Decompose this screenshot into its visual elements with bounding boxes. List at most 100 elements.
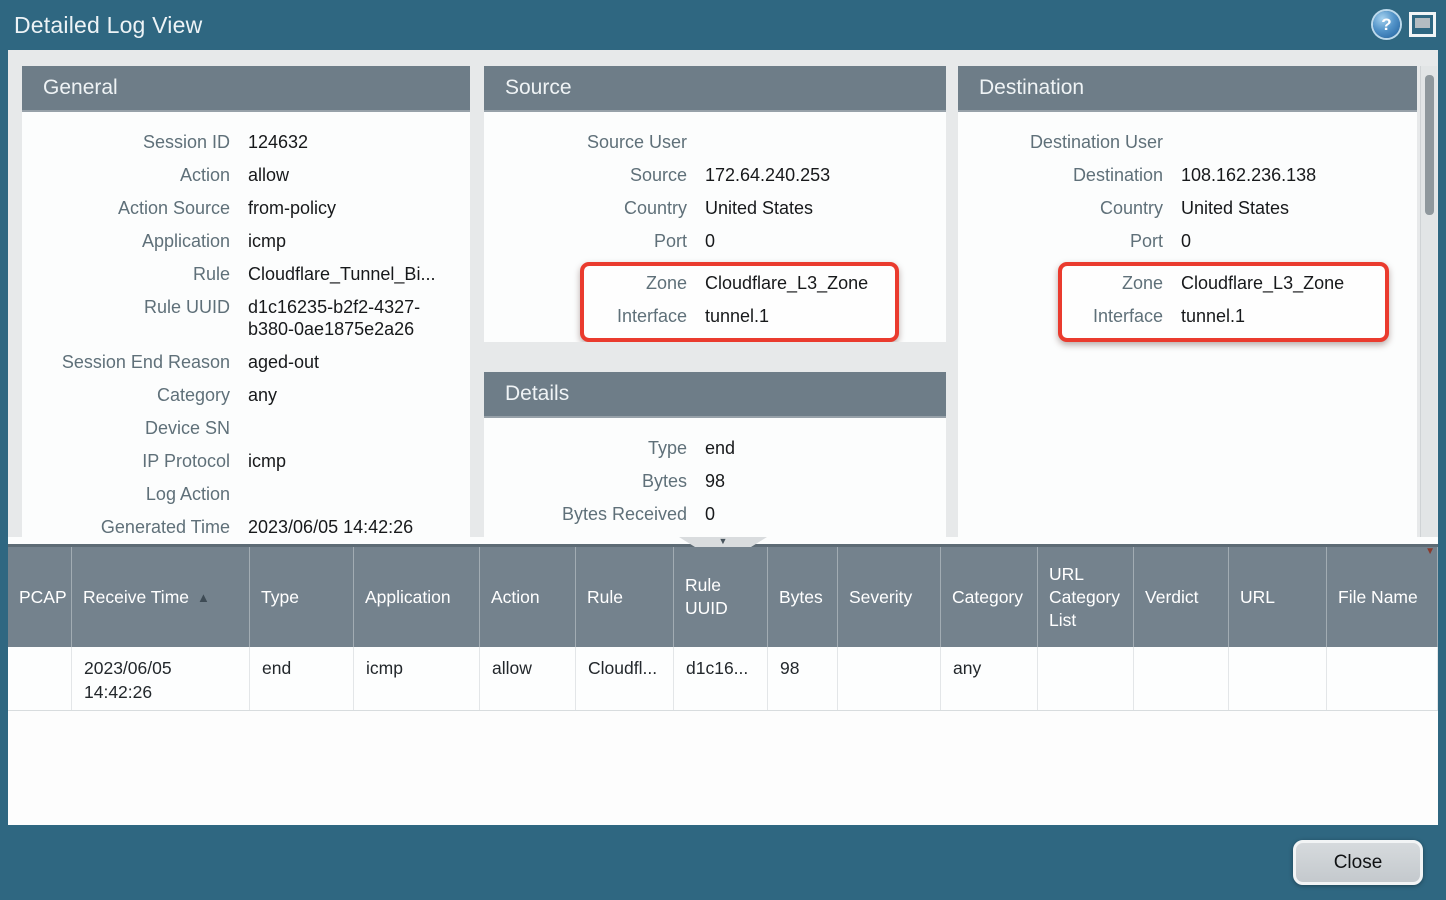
detail-row-label: Source — [484, 164, 687, 186]
log-table-cell: 2023/06/05 14:42:26 — [72, 647, 250, 710]
detail-row-value: 0 — [705, 230, 729, 252]
log-table-header: PCAPReceive Time▲ Type Application Action Ru… — [8, 547, 1438, 647]
detail-row: Port0 — [958, 227, 1417, 260]
column-header-label: Category — [952, 586, 1023, 609]
general-panel-title: General — [22, 66, 470, 112]
destination-panel: Destination Destination User Destination1… — [958, 66, 1417, 537]
column-header-severity[interactable]: Severity — [838, 547, 941, 647]
detail-row-value: United States — [1181, 197, 1303, 219]
highlight-annotation-box: ZoneCloudflare_L3_ZoneInterfacetunnel.1 — [580, 262, 899, 342]
column-header-url-category-list[interactable]: URL Category List — [1038, 547, 1134, 647]
dialog-title: Detailed Log View — [14, 12, 202, 39]
detail-row-value: United States — [705, 197, 827, 219]
log-table-cell — [8, 647, 72, 710]
maximize-window-icon-inner — [1415, 18, 1430, 28]
column-header-verdict[interactable]: Verdict — [1134, 547, 1229, 647]
pane-splitter: ▼ — [8, 537, 1438, 547]
column-header-action[interactable]: Action — [480, 547, 576, 647]
log-table-cell — [1327, 647, 1438, 710]
detail-row: Country United States — [958, 194, 1417, 227]
column-header-type[interactable]: Type — [250, 547, 354, 647]
titlebar-icons: ? — [1373, 11, 1436, 38]
detail-row-label: Session ID — [22, 131, 230, 153]
log-table-cell — [1134, 647, 1229, 710]
detail-row-value: aged-out — [248, 351, 333, 373]
detail-row-value: Cloudflare_L3_Zone — [705, 272, 882, 294]
detail-row: Bytes Received0 — [484, 500, 946, 533]
column-header-label: Rule — [587, 586, 623, 609]
column-header-receive-time[interactable]: Receive Time▲ — [72, 547, 250, 647]
log-table-cell: Cloudfl... — [576, 647, 674, 710]
details-panel-title: Details — [484, 372, 946, 418]
detail-row: RuleCloudflare_Tunnel_Bi... — [22, 260, 470, 293]
source-panel: Source Source UserSource172.64.240.253Co… — [484, 66, 946, 342]
detail-row-label: Generated Time — [22, 516, 230, 537]
detail-row: Category any — [22, 381, 470, 414]
detail-row-label: Session End Reason — [22, 351, 230, 373]
detail-row-label: Destination User — [958, 131, 1163, 153]
detail-row-label: IP Protocol — [22, 450, 230, 472]
column-header-label: File Name — [1338, 586, 1418, 609]
detail-row-value: 2023/06/05 14:42:26 — [248, 516, 427, 537]
log-table-cell — [1229, 647, 1327, 710]
log-table-cell: end — [250, 647, 354, 710]
column-header-label: Type — [261, 586, 299, 609]
highlight-annotation-box: ZoneCloudflare_L3_ZoneInterfacetunnel.1 — [1058, 262, 1389, 342]
detail-row-value: any — [248, 384, 291, 406]
log-table-cell — [838, 647, 941, 710]
detail-row: Generated Time 2023/06/05 14:42:26 — [22, 513, 470, 537]
detail-row-label: Type — [484, 437, 687, 459]
log-table-cell — [1038, 647, 1134, 710]
maximize-window-icon[interactable] — [1409, 12, 1436, 37]
column-header-pcap[interactable]: PCAP — [8, 547, 72, 647]
log-detail-content: General Session ID 124632 ActionallowActio… — [8, 50, 1438, 537]
detail-row: Rule UUID d1c16235-b2f2-4327-b380-0ae1875… — [22, 293, 470, 348]
detail-row-value: 124632 — [248, 131, 322, 153]
general-panel-rows: Session ID 124632 ActionallowAction Source… — [22, 112, 470, 537]
detail-row-label: Bytes Received — [484, 503, 687, 525]
detail-row: Session ID 124632 — [22, 128, 470, 161]
detail-row: Typeend — [484, 434, 946, 467]
column-header-category[interactable]: Category — [941, 547, 1038, 647]
sort-ascending-icon: ▲ — [197, 586, 210, 609]
detail-row-value: tunnel.1 — [1181, 305, 1259, 327]
detail-row-label: Interface — [584, 305, 687, 327]
detail-row: Session End Reason aged-out — [22, 348, 470, 381]
scrollbar-thumb[interactable] — [1425, 75, 1434, 215]
vertical-scrollbar[interactable] — [1420, 66, 1437, 537]
column-header-label: Application — [365, 586, 451, 609]
detail-row-label: Country — [958, 197, 1163, 219]
column-header-application[interactable]: Application — [354, 547, 480, 647]
column-header-bytes[interactable]: Bytes — [768, 547, 838, 647]
detail-row-value: from-policy — [248, 197, 350, 219]
log-table-body: 2023/06/05 14:42:26endicmpallowCloudfl..… — [8, 647, 1438, 711]
column-header-label: Rule UUID — [685, 574, 759, 620]
detail-row-value: d1c16235-b2f2-4327-b380-0ae1875e2a26 — [248, 296, 470, 340]
help-icon[interactable]: ? — [1373, 11, 1400, 38]
detail-row: Port0 — [484, 227, 946, 260]
detail-row-label: Rule UUID — [22, 296, 230, 318]
column-header-label: URL — [1240, 586, 1275, 609]
close-button[interactable]: Close — [1293, 840, 1423, 885]
detail-row-label: Zone — [1062, 272, 1163, 294]
detail-row-label: Category — [22, 384, 230, 406]
column-header-file-name[interactable]: File Name — [1327, 547, 1438, 647]
column-header-url[interactable]: URL — [1229, 547, 1327, 647]
dialog-titlebar: Detailed Log View ? — [0, 0, 1446, 50]
detail-row: Destination108.162.236.138 — [958, 161, 1417, 194]
detail-row: Action Sourcefrom-policy — [22, 194, 470, 227]
column-header-rule[interactable]: Rule — [576, 547, 674, 647]
detail-row: Actionallow — [22, 161, 470, 194]
detail-row-value: 172.64.240.253 — [705, 164, 844, 186]
column-header-label: Action — [491, 586, 540, 609]
column-header-rule-uuid[interactable]: Rule UUID — [674, 547, 768, 647]
destination-panel-rows: Destination User Destination108.162.236.1… — [958, 112, 1417, 342]
details-panel: Details TypeendBytes98Bytes Received0 — [484, 372, 946, 537]
detail-row: Destination User — [958, 128, 1417, 161]
details-panel-rows: TypeendBytes98Bytes Received0 — [484, 418, 946, 533]
detail-row: Log Action — [22, 480, 470, 513]
detail-row-label: Destination — [958, 164, 1163, 186]
log-table: PCAPReceive Time▲ Type Application Action Ru… — [8, 547, 1438, 825]
detail-row: Source User — [484, 128, 946, 161]
log-table-row[interactable]: 2023/06/05 14:42:26endicmpallowCloudfl..… — [8, 647, 1438, 711]
